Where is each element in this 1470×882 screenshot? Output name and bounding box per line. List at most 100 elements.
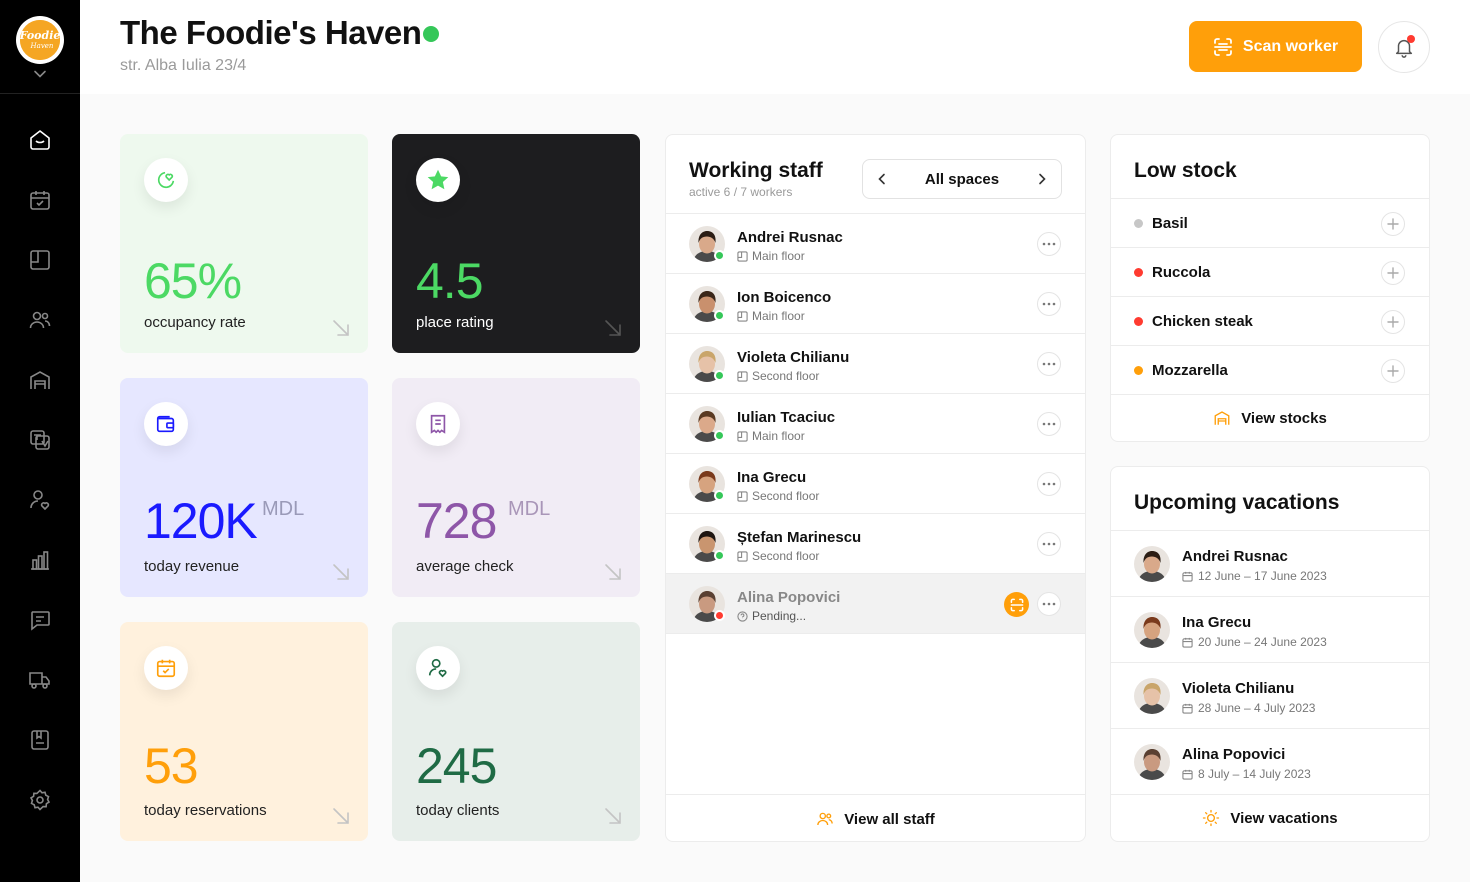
vacation-row[interactable]: Andrei Rusnac 12 June – 17 June 2023 (1111, 531, 1429, 597)
spaces-selector[interactable]: All spaces (862, 159, 1062, 199)
nav-settings[interactable] (26, 786, 54, 814)
staff-row[interactable]: Violeta Chilianu Second floor (666, 334, 1085, 394)
nav-menu[interactable] (26, 726, 54, 754)
stat-value: 245 (416, 738, 497, 794)
logo-badge: Foodie Haven (20, 20, 60, 60)
vacation-dates: 28 June – 4 July 2023 (1182, 701, 1315, 715)
staff-row[interactable]: Ștefan Marinescu Second floor (666, 514, 1085, 574)
today-revenue-card[interactable]: 120K MDL today revenue (120, 378, 368, 597)
arrow-down-right-icon[interactable] (332, 319, 350, 337)
svg-text:Foodie: Foodie (20, 29, 60, 42)
nav-store[interactable] (26, 366, 54, 394)
vacation-dates-label: 8 July – 14 July 2023 (1198, 767, 1311, 781)
arrow-down-right-icon[interactable] (604, 563, 622, 581)
staff-row[interactable]: Alina Popovici Pending... (666, 574, 1085, 634)
calendar-icon (1182, 637, 1193, 648)
stock-row: Ruccola (1111, 248, 1429, 297)
nav-reservations[interactable] (26, 186, 54, 214)
nav-messages[interactable] (26, 606, 54, 634)
nav-delivery[interactable] (26, 666, 54, 694)
more-options-button[interactable] (1037, 232, 1061, 256)
vacation-employee-name: Alina Popovici (1182, 746, 1286, 763)
avatar (1134, 612, 1170, 648)
today-clients-card[interactable]: 245 today clients (392, 622, 640, 841)
vacation-dates-label: 28 June – 4 July 2023 (1198, 701, 1316, 715)
sidebar: Foodie Haven (0, 0, 80, 882)
more-options-button[interactable] (1037, 292, 1061, 316)
presence-dot (714, 370, 725, 381)
add-stock-button[interactable] (1381, 261, 1405, 285)
arrow-down-right-icon[interactable] (604, 807, 622, 825)
arrow-down-right-icon[interactable] (332, 563, 350, 581)
stock-level-dot (1134, 268, 1143, 277)
translate-icon (30, 430, 50, 450)
occupancy-rate-card[interactable]: 65% occupancy rate (120, 134, 368, 353)
chevron-left-icon[interactable] (875, 172, 889, 186)
nav-analytics[interactable] (26, 546, 54, 574)
more-options-button[interactable] (1037, 352, 1061, 376)
plus-icon (1387, 316, 1399, 328)
more-options-button[interactable] (1037, 532, 1061, 556)
restaurant-logo[interactable]: Foodie Haven (16, 16, 64, 64)
today-reservations-card[interactable]: 53 today reservations (120, 622, 368, 841)
view-stocks-link[interactable]: View stocks (1111, 395, 1429, 441)
place-rating-card[interactable]: 4.5 place rating (392, 134, 640, 353)
sun-icon (1203, 809, 1220, 827)
add-stock-button[interactable] (1381, 359, 1405, 383)
stat-label: average check (416, 558, 514, 575)
view-all-staff-link[interactable]: View all staff (666, 796, 1085, 841)
nav-clients[interactable] (26, 486, 54, 514)
presence-dot (714, 610, 725, 621)
arrow-down-right-icon[interactable] (604, 319, 622, 337)
staff-row[interactable]: Andrei Rusnac Main floor (666, 214, 1085, 274)
staff-location-label: Second floor (752, 549, 820, 563)
header: The Foodie's Haven str. Alba Iulia 23/4 … (80, 0, 1470, 94)
nav-layout[interactable] (26, 246, 54, 274)
nav-staff[interactable] (26, 306, 54, 334)
layout-icon (737, 550, 748, 562)
staff-location: Main floor (737, 429, 805, 443)
staff-name: Ina Grecu (737, 469, 807, 486)
presence-dot (714, 490, 725, 501)
chevron-down-icon[interactable] (32, 66, 48, 82)
stock-row: Mozzarella (1111, 346, 1429, 395)
staff-row[interactable]: Iulian Tcaciuc Main floor (666, 394, 1085, 454)
scan-worker-label: Scan worker (1242, 37, 1339, 55)
staff-name: Alina Popovici (737, 589, 841, 606)
scan-worker-button[interactable]: Scan worker (1189, 21, 1362, 72)
staff-active-count: active 6 / 7 workers (689, 185, 793, 199)
nav-home[interactable] (26, 126, 54, 154)
scan-icon (1010, 598, 1023, 611)
staff-row[interactable]: Ion Boicenco Main floor (666, 274, 1085, 334)
more-options-button[interactable] (1037, 412, 1061, 436)
staff-location: Main floor (737, 309, 805, 323)
vacation-row[interactable]: Alina Popovici 8 July – 14 July 2023 (1111, 729, 1429, 795)
vacation-row[interactable]: Ina Grecu 20 June – 24 June 2023 (1111, 597, 1429, 663)
notifications-button[interactable] (1378, 21, 1430, 73)
arrow-down-right-icon[interactable] (332, 807, 350, 825)
sidebar-divider (0, 93, 80, 94)
vacations-panel: Upcoming vacations Andrei Rusnac 12 June… (1110, 466, 1430, 842)
nav-translate[interactable] (26, 426, 54, 454)
divider (666, 633, 1085, 634)
add-stock-button[interactable] (1381, 310, 1405, 334)
user-heart-icon (30, 490, 50, 511)
users-icon (29, 311, 51, 329)
add-stock-button[interactable] (1381, 212, 1405, 236)
average-check-card[interactable]: 728 MDL average check (392, 378, 640, 597)
plus-icon (1387, 267, 1399, 279)
vacation-row[interactable]: Violeta Chilianu 28 June – 4 July 2023 (1111, 663, 1429, 729)
staff-row[interactable]: Ina Grecu Second floor (666, 454, 1085, 514)
more-options-button[interactable] (1037, 592, 1061, 616)
more-horizontal-icon (1042, 422, 1056, 426)
chevron-right-icon[interactable] (1035, 172, 1049, 186)
staff-name: Ion Boicenco (737, 289, 832, 306)
scan-worker-small-button[interactable] (1004, 592, 1029, 617)
menu-book-icon (31, 730, 49, 750)
more-options-button[interactable] (1037, 472, 1061, 496)
stock-level-dot (1134, 317, 1143, 326)
view-vacations-link[interactable]: View vacations (1111, 795, 1429, 841)
staff-location: Second floor (737, 549, 819, 563)
vacation-dates-label: 12 June – 17 June 2023 (1198, 569, 1327, 583)
layout-icon (737, 310, 748, 322)
